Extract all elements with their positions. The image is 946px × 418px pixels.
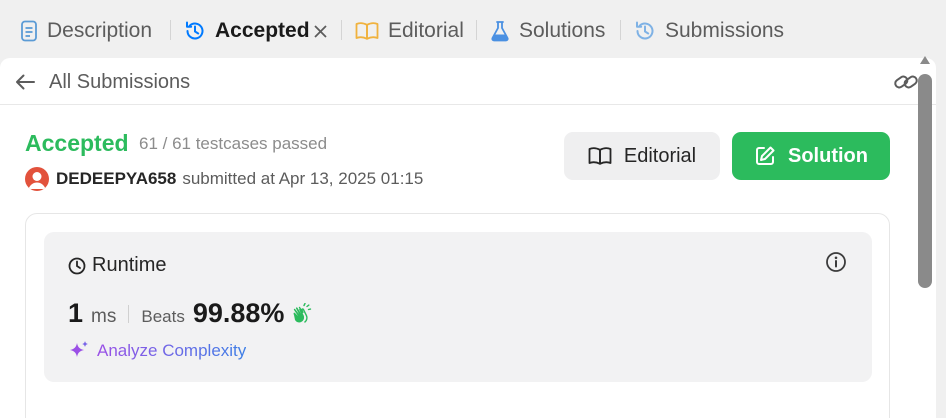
runtime-title: Runtime [68,254,166,277]
scrollbar[interactable] [914,50,936,360]
tab-divider [476,20,477,40]
book-icon [355,22,379,40]
book-icon [588,147,612,165]
submission-header: All Submissions [0,58,936,105]
scrollbar-thumb[interactable] [918,74,932,288]
close-tab-button[interactable] [310,19,330,43]
solution-button-label: Solution [788,144,868,167]
info-icon [826,252,846,272]
info-button[interactable] [824,250,848,274]
analyze-complexity-label: Analyze Complexity [97,341,247,360]
tab-label: Submissions [665,19,785,42]
tab-divider [620,20,621,40]
tab-editorial[interactable]: Editorial [355,14,464,48]
tab-label: Solutions [519,19,606,42]
tab-divider [341,20,342,40]
clap-icon [294,302,312,323]
scroll-up-arrow-icon[interactable] [919,55,931,65]
user-icon [28,172,46,189]
runtime-unit: ms [91,306,117,327]
editorial-button[interactable]: Editorial [564,132,720,180]
submitted-at: submitted at Apr 13, 2025 01:15 [182,169,424,188]
analyze-complexity-button[interactable]: Analyze Complexity [68,340,246,362]
clock-icon [68,257,86,274]
testcases-passed: 61 / 61 testcases passed [139,134,328,153]
solution-button[interactable]: Solution [732,132,890,180]
edit-icon [756,146,775,165]
avatar[interactable] [25,167,49,191]
sparkle-icon [70,341,88,357]
tab-solutions[interactable]: Solutions [490,14,605,48]
tab-label: Description [47,19,153,42]
flask-icon [491,21,509,42]
all-submissions-link[interactable]: All Submissions [49,71,190,94]
tab-divider [170,20,171,40]
history-icon [186,21,204,40]
metric-divider [128,304,130,323]
editorial-button-label: Editorial [623,144,697,167]
tab-label: Accepted [215,19,310,42]
back-button[interactable] [12,69,38,95]
submitter-line: DEDEEPYA658 submitted at Apr 13, 2025 01… [56,169,423,189]
tab-label: Editorial [388,19,464,42]
beats-percentage: 99.88% [192,298,285,328]
description-icon [21,20,37,42]
username-link[interactable]: DEDEEPYA658 [56,169,176,189]
tab-description[interactable]: Description [20,14,152,48]
tab-bar: Description Accepted Editorial Solutions [0,0,946,58]
tab-submissions[interactable]: Submissions [634,14,784,48]
submission-status: Accepted [25,130,129,156]
runtime-label: Runtime [92,254,167,276]
arrow-left-icon [16,74,35,90]
performance-card: Runtime 1 ms Beats 99.88% Analyze Comple… [25,213,890,418]
submission-panel: All Submissions Accepted 61 / 61 testcas… [0,58,936,418]
runtime-value: 1 [68,298,84,328]
runtime-metric: 1 ms Beats 99.88% [68,298,314,329]
runtime-card[interactable]: Runtime 1 ms Beats 99.88% Analyze Comple… [44,232,872,382]
close-icon [313,24,327,38]
tab-accepted[interactable]: Accepted [184,14,310,48]
history-icon [636,21,654,40]
beats-label: Beats [141,307,185,326]
